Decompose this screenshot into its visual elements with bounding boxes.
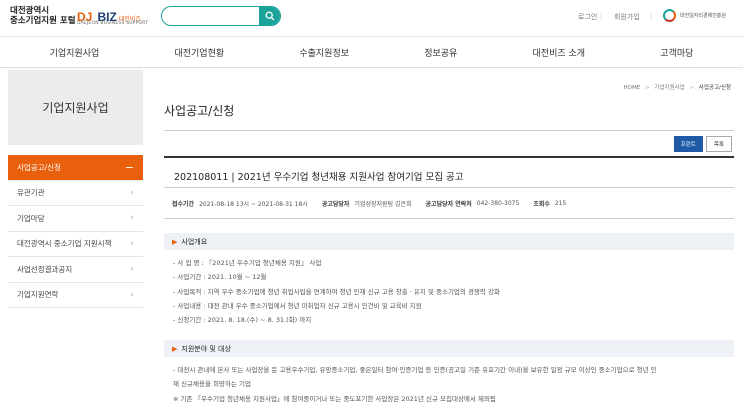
contact-label: 공고담당자 연락처 — [425, 200, 472, 208]
side-item-announcements[interactable]: 사업공고/신청 − — [8, 155, 143, 181]
manager-label: 공고담당자 — [321, 200, 350, 208]
top-header: 대전광역시 중소기업지원 포털 DJ BIZ 대전비즈 DAEJEON BUSIN… — [0, 0, 743, 36]
nav-customer[interactable]: 고객마당 — [660, 46, 693, 59]
side-item-label: 사업공고/신청 — [17, 162, 61, 172]
portal-name-line2: 중소기업지원 포털 — [10, 16, 76, 26]
section-overview-body: - 사 업 명 : 『2021년 우수기업 청년채용 지원』 사업 - 사업기간… — [173, 256, 500, 327]
chevron-right-icon: › — [130, 187, 134, 198]
minus-icon: − — [124, 160, 134, 174]
agency-logo[interactable]: 대전일자리경제진흥원 — [663, 9, 726, 22]
toolbar: 프린트 목록 — [673, 136, 732, 152]
period-value: 2021-08-18 13시 ~ 2021-08-31 18시 — [199, 200, 308, 208]
list-button[interactable]: 목록 — [705, 136, 732, 152]
contact-value: 042-380-3075 — [476, 199, 520, 207]
search-button[interactable] — [259, 7, 280, 25]
util-divider: | — [600, 12, 603, 20]
main-navigation: 기업지원사업 대전기업현황 수출지원정보 정보공유 대전비즈 소개 고객마당 — [0, 36, 743, 68]
nav-daejeon-companies[interactable]: 대전기업현황 — [174, 46, 224, 59]
nav-business-support[interactable]: 기업지원사업 — [50, 46, 100, 59]
search-box — [161, 6, 281, 26]
section-heading-text: 사업개요 — [181, 237, 208, 246]
breadcrumb-separator: > — [644, 85, 650, 91]
side-item-related-agencies[interactable]: 유관기관 › — [8, 181, 143, 206]
overview-line: - 사업목적 : 지역 우수 중소기업에 청년 취업사업을 연계하여 청년 인재… — [173, 287, 500, 296]
period-label: 접수기간 — [172, 200, 195, 208]
join-link[interactable]: 회원가입 — [614, 12, 640, 22]
eligibility-line: ※ 기존 「우수기업 청년채용 지원사업」에 참여중이거나 또는 중도포기한 사… — [173, 394, 496, 403]
login-link[interactable]: 로그인 — [578, 12, 597, 22]
breadcrumb: HOME > 기업지원사업 > 사업공고/신청 — [624, 83, 732, 91]
breadcrumb-current: 사업공고/신청 — [698, 85, 731, 91]
nav-about[interactable]: 대전비즈 소개 — [533, 46, 586, 59]
page-title: 사업공고/신청 — [164, 104, 235, 118]
side-item-label: 대전광역시 중소기업 지원시책 — [17, 239, 112, 249]
manager-value: 기업성장지원팀 김은희 — [354, 200, 412, 208]
section-eligibility-heading: ▶ 지원분야 및 대상 — [164, 340, 734, 357]
agency-name: 대전일자리경제진흥원 — [680, 13, 727, 19]
views-value: 215 — [554, 199, 567, 207]
agency-emblem-icon — [663, 9, 676, 22]
chevron-right-icon: › — [130, 213, 134, 224]
arrow-right-icon: ▶ — [172, 344, 178, 353]
side-item-policies[interactable]: 대전광역시 중소기업 지원시책 › — [8, 232, 143, 257]
section-eligibility-body: - 대전시 관내에 본사 또는 사업장을 둔 고용우수기업, 유망중소기업, 좋… — [173, 363, 657, 406]
notice-title: 202108011 | 2021년 우수기업 청년채용 지원사업 참여기업 모집… — [164, 156, 734, 188]
eligibility-line: - 대전시 관내에 본사 또는 사업장을 둔 고용우수기업, 유망중소기업, 좋… — [173, 366, 657, 374]
overview-line: - 사업내용 : 대전 관내 우수 중소기업에서 청년 미취업자 신규 고용시 … — [173, 301, 422, 310]
nav-info-sharing[interactable]: 정보공유 — [424, 46, 457, 59]
search-input[interactable] — [168, 12, 264, 25]
djbiz-logo[interactable]: DJ BIZ 대전비즈 DAEJEON BUSINESS SUPPORT — [77, 6, 148, 26]
breadcrumb-home[interactable]: HOME — [624, 85, 641, 91]
breadcrumb-separator: > — [689, 85, 695, 91]
side-menu-title: 기업지원사업 — [8, 70, 143, 145]
side-item-label: 기업마당 — [17, 213, 45, 223]
side-item-selection-results[interactable]: 사업선정결과공지 › — [8, 257, 143, 283]
section-overview-heading: ▶ 사업개요 — [164, 233, 734, 250]
side-item-label: 사업선정결과공지 — [17, 264, 73, 274]
side-item-label: 유관기관 — [17, 188, 45, 198]
chevron-right-icon: › — [130, 264, 134, 275]
eligibility-line: 재 신규채용을 희망하는 기업 — [173, 380, 251, 389]
side-item-bizinfo[interactable]: 기업마당 › — [8, 206, 143, 232]
arrow-right-icon: ▶ — [172, 237, 178, 246]
search-icon — [265, 11, 274, 21]
nav-export-info[interactable]: 수출지원정보 — [299, 46, 349, 59]
portal-logo-text[interactable]: 대전광역시 중소기업지원 포털 — [10, 6, 76, 26]
breadcrumb-parent[interactable]: 기업지원사업 — [654, 85, 684, 91]
portal-name-line1: 대전광역시 — [10, 6, 50, 16]
print-button[interactable]: 프린트 — [673, 136, 703, 152]
chevron-right-icon: › — [130, 238, 134, 249]
notice-meta: 접수기간 2021-08-18 13시 ~ 2021-08-31 18시 공고담당… — [164, 188, 734, 219]
overview-line: - 신청기간 : 2021. 8. 18.(수) ~ 8. 31.(화) 까지 — [173, 316, 312, 325]
title-divider — [164, 130, 734, 131]
side-menu: 기업지원사업 사업공고/신청 − 유관기관 › 기업마당 › 대전광역시 중소기업 지… — [8, 70, 143, 409]
side-item-contacts[interactable]: 기업지원연락 › — [8, 283, 143, 308]
overview-line: - 사 업 명 : 『2021년 우수기업 청년채용 지원』 사업 — [173, 259, 322, 267]
side-item-label: 기업지원연락 — [17, 290, 59, 300]
chevron-right-icon: › — [130, 289, 134, 300]
util-divider: | — [650, 12, 653, 20]
logo-subtitle: DAEJEON BUSINESS SUPPORT — [77, 21, 149, 26]
overview-line: - 사업기간 : 2021. 10월 ~ 12월 — [173, 273, 267, 282]
section-heading-text: 지원분야 및 대상 — [181, 344, 231, 353]
views-label: 조회수 — [533, 200, 550, 208]
